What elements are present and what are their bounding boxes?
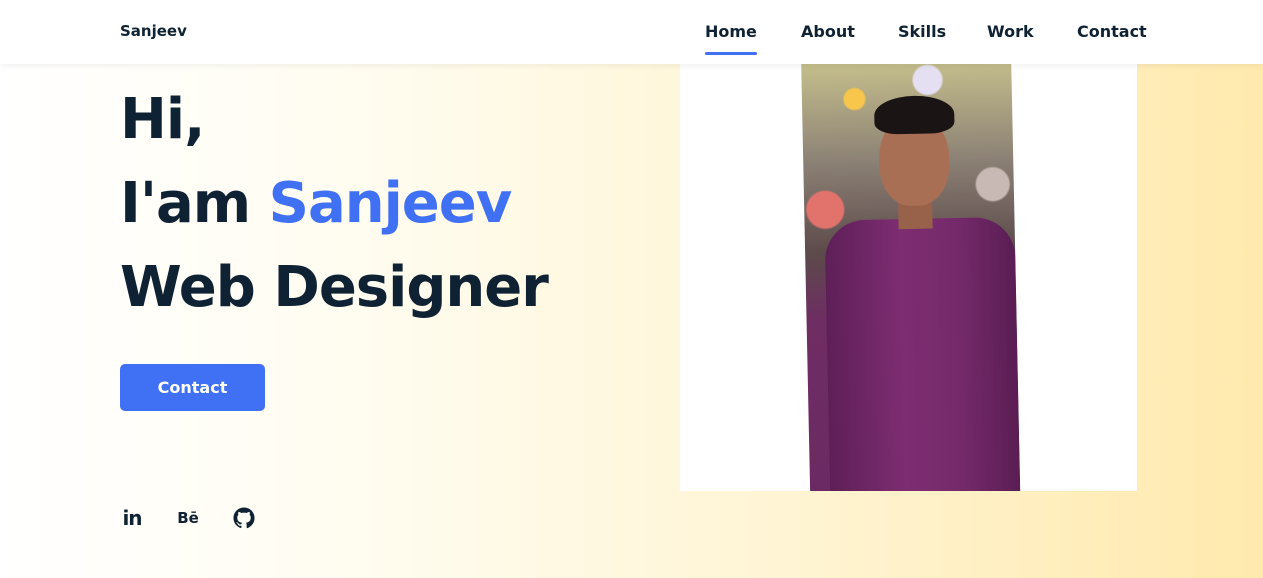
github-link[interactable]	[232, 506, 256, 530]
profile-image-card	[680, 64, 1137, 491]
contact-button[interactable]: Contact	[120, 364, 265, 411]
profile-photo	[801, 64, 1021, 491]
behance-link[interactable]: Bē	[176, 506, 200, 530]
nav-work[interactable]: Work	[987, 22, 1034, 41]
nav-contact[interactable]: Contact	[1077, 22, 1147, 41]
hero-intro: I'am Sanjeev	[120, 162, 548, 246]
photo-shirt	[824, 216, 1021, 491]
hero-role: Web Designer	[120, 255, 549, 320]
nav-about[interactable]: About	[801, 22, 855, 41]
hero-intro-prefix: I'am	[120, 171, 269, 236]
main-nav: Home About Skills Work Contact	[0, 22, 1263, 58]
photo-hair	[873, 95, 955, 135]
hero-greeting: Hi,	[120, 87, 205, 152]
linkedin-link[interactable]: in	[120, 506, 144, 530]
github-icon	[233, 507, 255, 529]
nav-home[interactable]: Home	[705, 22, 757, 55]
site-header: Sanjeev Home About Skills Work Contact	[0, 0, 1263, 64]
hero-name: Sanjeev	[268, 171, 513, 236]
hero-heading: Hi, I'am Sanjeev Web Designer	[120, 78, 549, 330]
behance-icon: Bē	[177, 509, 199, 527]
linkedin-icon: in	[122, 506, 142, 530]
nav-skills[interactable]: Skills	[898, 22, 946, 41]
